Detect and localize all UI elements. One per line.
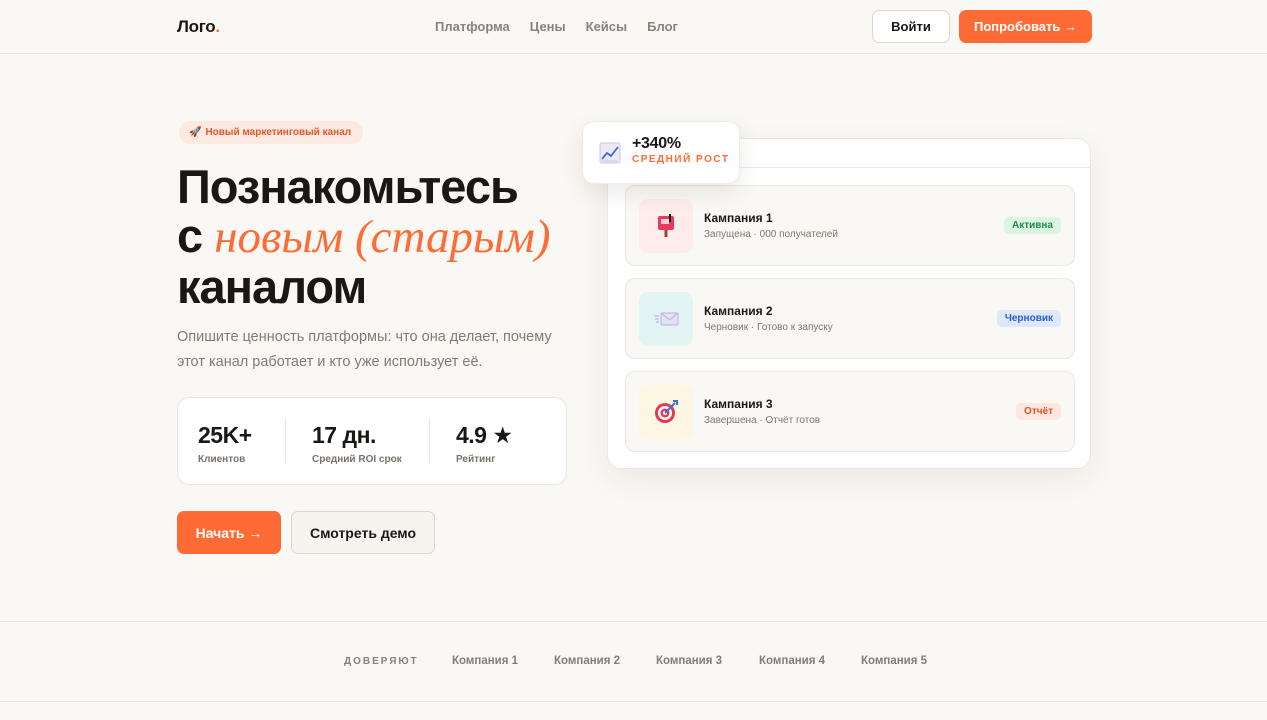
nav-link-blog[interactable]: Блог: [647, 19, 678, 34]
stats-card: 25K+ Клиентов 17 дн. Средний ROI срок 4.…: [177, 397, 567, 485]
envelope-speed-icon: [639, 292, 693, 346]
stat-clients: 25K+ Клиентов: [198, 422, 252, 465]
hero-description: Опишите ценность платформы: что она дела…: [177, 329, 552, 370]
hero-title-line3: каналом: [177, 260, 367, 313]
trusted-by-label: ДОВЕРЯЮТ: [344, 656, 419, 667]
company-logo: Компания 4: [759, 655, 826, 667]
try-button[interactable]: Попробовать →: [959, 10, 1092, 43]
rocket-icon: 🚀: [189, 127, 202, 138]
chart-up-icon: [599, 142, 621, 169]
main-nav: Платформа Цены Кейсы Блог: [435, 19, 678, 34]
hero-title-line2-prefix: с: [177, 209, 215, 262]
campaign-status-text: Черновик · Готово к запуску: [704, 322, 833, 333]
status-badge: Отчёт: [1016, 403, 1061, 420]
hero-title: Познакомьтесь с новым (старым) каналом: [177, 162, 597, 311]
stat-label: Клиентов: [198, 454, 246, 465]
growth-card: +340% СРЕДНИЙ РОСТ: [582, 121, 740, 184]
campaign-name: Кампания 2: [704, 304, 773, 318]
nav-link-pricing[interactable]: Цены: [530, 19, 566, 34]
company-logo: Компания 2: [554, 655, 621, 667]
company-logo: Компания 1: [452, 655, 519, 667]
stat-divider: [429, 419, 430, 463]
campaigns-dashboard: Кампания 1 Запущена · 000 получателей Ак…: [607, 138, 1091, 469]
growth-value: +340%: [632, 135, 681, 152]
campaign-name: Кампания 3: [704, 397, 773, 411]
stat-rating: 4.9 ★ Рейтинг: [456, 422, 513, 465]
nav-link-cases[interactable]: Кейсы: [586, 19, 628, 34]
campaign-name: Кампания 1: [704, 211, 773, 225]
login-button[interactable]: Войти: [872, 10, 950, 43]
campaign-status-text: Запущена · 000 получателей: [704, 229, 838, 240]
stat-roi: 17 дн. Средний ROI срок: [312, 422, 402, 465]
hero-pill: 🚀 Новый маркетинговый канал: [179, 121, 364, 144]
logo-dot: .: [215, 17, 220, 36]
status-badge: Активна: [1003, 217, 1061, 234]
nav-link-platform[interactable]: Платформа: [435, 19, 510, 34]
company-logo: Компания 5: [861, 655, 928, 667]
stat-divider: [285, 419, 286, 463]
site-header: Лого. Платформа Цены Кейсы Блог Войти По…: [0, 0, 1267, 54]
hero-title-accent: новым (старым): [214, 211, 551, 263]
campaign-status-text: Завершена · Отчёт готов: [704, 415, 821, 426]
logo[interactable]: Лого.: [177, 17, 220, 37]
watch-demo-button[interactable]: Смотреть демо: [291, 511, 435, 554]
growth-label: СРЕДНИЙ РОСТ: [632, 154, 730, 165]
hero-pill-text: Новый маркетинговый канал: [205, 127, 352, 138]
campaign-card-1[interactable]: Кампания 1 Запущена · 000 получателей Ак…: [625, 185, 1075, 266]
stat-value: 25K+: [198, 422, 252, 448]
stat-value: 4.9 ★: [456, 422, 513, 448]
start-button[interactable]: Начать →: [177, 511, 281, 554]
campaign-card-2[interactable]: Кампания 2 Черновик · Готово к запуску Ч…: [625, 278, 1075, 359]
stat-value: 17 дн.: [312, 422, 376, 448]
company-logo: Компания 3: [656, 655, 723, 667]
mailbox-icon: [639, 199, 693, 253]
campaign-card-3[interactable]: Кампания 3 Завершена · Отчёт готов Отчёт: [625, 371, 1075, 452]
target-icon: [639, 385, 693, 439]
stat-label: Средний ROI срок: [312, 454, 402, 465]
logo-text: Лого: [177, 17, 216, 36]
hero-title-line1: Познакомьтесь: [177, 160, 519, 213]
stat-label: Рейтинг: [456, 454, 496, 465]
status-badge: Черновик: [996, 310, 1061, 327]
trusted-by-strip: ДОВЕРЯЮТ Компания 1 Компания 2 Компания …: [0, 621, 1267, 702]
